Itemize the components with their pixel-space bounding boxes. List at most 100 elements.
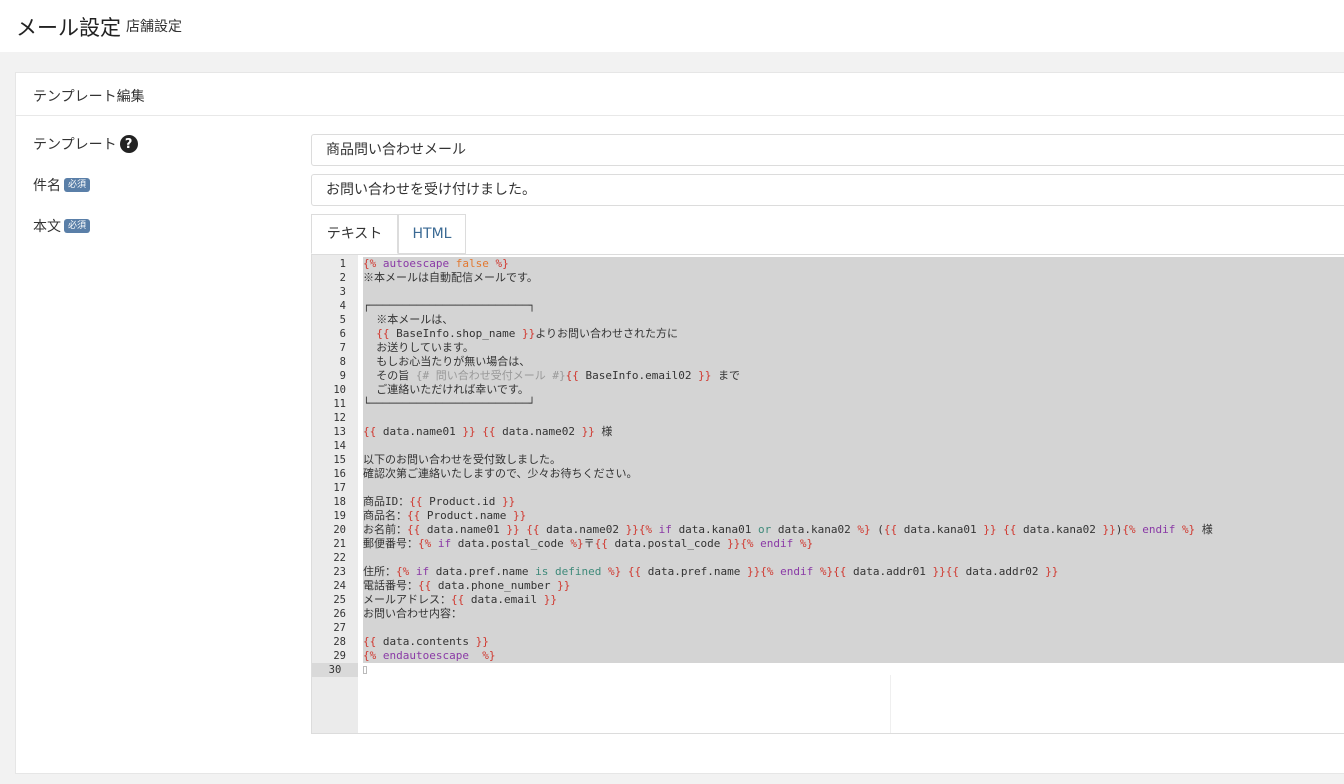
template-label: テンプレート ? <box>33 134 138 154</box>
code-token: 商品名： <box>363 509 407 522</box>
code-line[interactable]: 21 郵便番号：{% if data.postal_code %}〒{{ data… <box>312 537 1344 551</box>
code-token: {% <box>418 537 432 550</box>
line-number: 6 <box>339 328 346 340</box>
code-token: or <box>758 523 772 536</box>
code-line[interactable]: 8 もしお心当たりが無い場合は、 <box>312 355 1344 369</box>
line-number: 14 <box>333 440 346 452</box>
code-line[interactable]: 1 {% autoescape false %} <box>312 257 1344 271</box>
code-line[interactable]: 9 その旨 {# 問い合わせ受付メール #}{{ BaseInfo.email0… <box>312 369 1344 383</box>
line-code: {{ BaseInfo.shop_name }}よりお問い合わせされた方に <box>363 327 1344 341</box>
code-line[interactable]: 3 <box>312 285 1344 299</box>
code-line[interactable]: 4 ┌────────────────────────┐ <box>312 299 1344 313</box>
line-code: メールアドレス：{{ data.email }} <box>363 593 1344 607</box>
code-line[interactable]: 28 {{ data.contents }} <box>312 635 1344 649</box>
code-line[interactable]: 14 <box>312 439 1344 453</box>
line-code: お送りしています。 <box>363 341 1344 355</box>
code-token: if <box>652 523 679 536</box>
code-editor[interactable]: 1 {% autoescape false %} 2 ※本メールは自動配信メールです。… <box>311 254 1344 734</box>
code-line[interactable]: 24 電話番号：{{ data.phone_number }} <box>312 579 1344 593</box>
code-token: {{ <box>363 635 377 648</box>
code-token: Product.name <box>420 509 513 522</box>
line-code: ※本メールは自動配信メールです。 <box>363 271 1344 285</box>
subject-label: 件名 必須 <box>33 175 91 195</box>
code-line[interactable]: 15 以下のお問い合わせを受付致しました。 <box>312 453 1344 467</box>
line-code: お名前：{{ data.name01 }} {{ data.name02 }}{… <box>363 523 1344 537</box>
page-subtitle: 店舗設定 <box>126 19 182 35</box>
code-token: {{ <box>418 579 432 592</box>
body-label-text: 本文 <box>33 219 61 235</box>
code-line[interactable]: 20 お名前：{{ data.name01 }} {{ data.name02 }… <box>312 523 1344 537</box>
tab-text[interactable]: テキスト <box>311 214 398 254</box>
line-number: 19 <box>333 510 346 522</box>
code-line[interactable]: 12 <box>312 411 1344 425</box>
tab-html[interactable]: HTML <box>398 214 466 254</box>
code-line[interactable]: 13 {{ data.name01 }} {{ data.name02 }} 様 <box>312 425 1344 439</box>
code-line[interactable]: 22 <box>312 551 1344 565</box>
line-code <box>363 439 1344 453</box>
line-code: {{ data.name01 }} {{ data.name02 }} 様 <box>363 425 1344 439</box>
line-code: 以下のお問い合わせを受付致しました。 <box>363 453 1344 467</box>
line-number: 16 <box>333 468 346 480</box>
code-token: {{ <box>407 509 421 522</box>
card-title: テンプレート編集 <box>33 89 145 105</box>
code-line[interactable]: 23 住所：{% if data.pref.name is defined %} … <box>312 565 1344 579</box>
code-line[interactable]: 30 <box>312 663 1344 677</box>
line-code: └────────────────────────┘ <box>363 397 1344 411</box>
code-token: {% <box>740 537 754 550</box>
line-code: 電話番号：{{ data.phone_number }} <box>363 579 1344 593</box>
template-edit-card: テンプレート編集 テンプレート ? 商品問い合わせメール 件名 必須 お問い合わ… <box>15 72 1344 774</box>
code-line[interactable]: 26 お問い合わせ内容： <box>312 607 1344 621</box>
code-token: }} <box>521 327 536 340</box>
code-line[interactable]: 2 ※本メールは自動配信メールです。 <box>312 271 1344 285</box>
code-line[interactable]: 17 <box>312 481 1344 495</box>
code-line[interactable]: 11 └────────────────────────┘ <box>312 397 1344 411</box>
line-code <box>363 621 1344 635</box>
code-token: 郵便番号： <box>363 537 418 550</box>
code-token: data.addr02 <box>959 565 1046 578</box>
code-token: }} <box>625 523 639 536</box>
code-line[interactable]: 7 お送りしています。 <box>312 341 1344 355</box>
card-header: テンプレート編集 <box>16 73 1344 116</box>
code-token: data.name02 <box>539 523 626 536</box>
line-number: 29 <box>333 650 346 662</box>
code-token: %} <box>607 565 622 578</box>
page-header: メール設定 店舗設定 <box>0 0 1344 52</box>
subject-input[interactable]: お問い合わせを受け付けました。 <box>311 174 1344 206</box>
code-token: autoescape <box>376 257 456 270</box>
code-line[interactable]: 29 {% endautoescape %} <box>312 649 1344 663</box>
required-badge: 必須 <box>64 178 91 192</box>
code-line[interactable]: 27 <box>312 621 1344 635</box>
code-token: }} <box>506 523 520 536</box>
code-token: BaseInfo.email02 <box>578 369 699 382</box>
line-number: 20 <box>333 524 346 536</box>
code-token: {{ <box>594 537 608 550</box>
code-line[interactable]: 16 確認次第ご連絡いたしますので、少々お待ちください。 <box>312 467 1344 481</box>
question-circle-icon[interactable]: ? <box>119 135 138 153</box>
line-code: もしお心当たりが無い場合は、 <box>363 355 1344 369</box>
code-token: data.email <box>464 593 544 606</box>
code-token: }} <box>512 509 527 522</box>
code-token: {{ <box>833 565 847 578</box>
code-token: data.pref.name <box>435 565 536 578</box>
line-number: 18 <box>333 496 346 508</box>
template-select[interactable]: 商品問い合わせメール <box>311 134 1344 166</box>
code-token: 〒 <box>583 537 595 550</box>
code-token: ┌────────────────────────┐ <box>363 299 536 312</box>
code-token: endautoescape <box>376 649 483 662</box>
code-token: data.name02 <box>495 425 582 438</box>
code-token: ( <box>870 523 884 536</box>
code-token: 確認次第ご連絡いたしますので、少々お待ちください。 <box>363 467 638 480</box>
code-token: └────────────────────────┘ <box>363 397 536 410</box>
code-line[interactable]: 10 ご連絡いただければ幸いです。 <box>312 383 1344 397</box>
code-token: {{ <box>407 523 421 536</box>
code-line[interactable]: 5 ※本メールは、 <box>312 313 1344 327</box>
subject-label-text: 件名 <box>33 178 61 194</box>
line-number: 30 <box>312 663 358 677</box>
code-line[interactable]: 6 {{ BaseInfo.shop_name }}よりお問い合わせされた方に <box>312 327 1344 341</box>
code-line[interactable]: 19 商品名：{{ Product.name }} <box>312 509 1344 523</box>
code-line[interactable]: 25 メールアドレス：{{ data.email }} <box>312 593 1344 607</box>
code-token: {{ <box>627 565 642 578</box>
code-line[interactable]: 18 商品ID：{{ Product.id }} <box>312 495 1344 509</box>
code-token: %} <box>488 257 509 270</box>
code-token: まで <box>711 369 740 382</box>
